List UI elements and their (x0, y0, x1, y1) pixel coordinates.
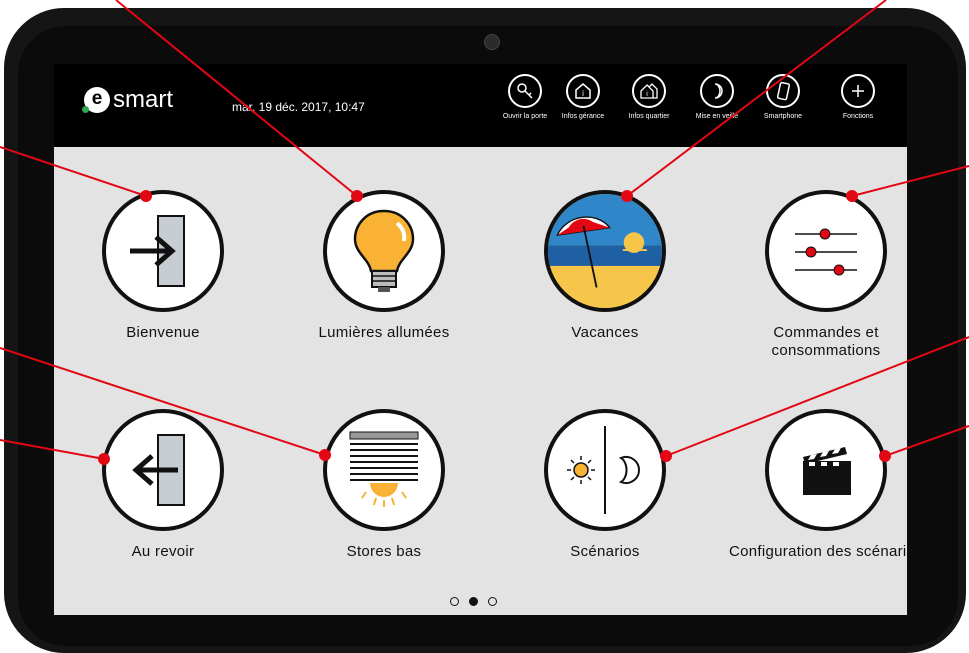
tablet-device: e smart mar. 19 déc. 2017, 10:47 Ouvrir … (0, 0, 969, 653)
callout-lines (0, 0, 969, 465)
